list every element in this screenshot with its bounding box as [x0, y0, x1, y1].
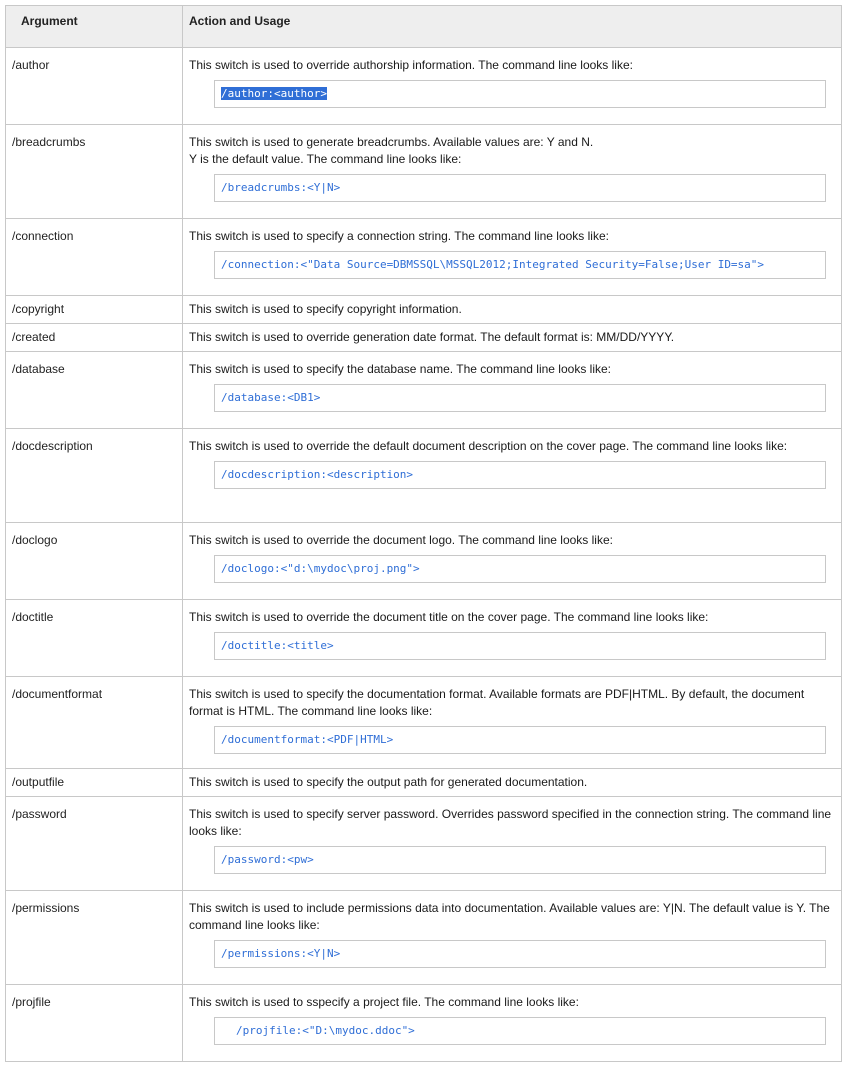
description-text: This switch is used to specify the datab… [189, 362, 611, 376]
argument-cell: /author [5, 47, 183, 125]
action-cell: This switch is used to override the docu… [182, 522, 842, 600]
command-example-box[interactable]: /permissions:<Y|N> [214, 940, 826, 968]
column-header-action: Action and Usage [182, 5, 842, 48]
action-cell: This switch is used to generate breadcru… [182, 124, 842, 219]
column-header-argument: Argument [5, 5, 183, 48]
table-row: /permissions This switch is used to incl… [5, 890, 842, 985]
table-row: /doctitle This switch is used to overrid… [5, 599, 842, 677]
description-text: This switch is used to generate breadcru… [189, 135, 594, 166]
command-example-box[interactable]: /docdescription:<description> [214, 461, 826, 489]
argument-cell: /projfile [5, 984, 183, 1062]
description-text: This switch is used to sspecify a projec… [189, 995, 579, 1009]
arguments-table: Argument Action and Usage /author This s… [5, 5, 842, 1062]
argument-cell: /connection [5, 218, 183, 296]
command-example-box[interactable]: /doclogo:<"d:\mydoc\proj.png"> [214, 555, 826, 583]
action-cell: This switch is used to specify a connect… [182, 218, 842, 296]
command-example-box[interactable]: /doctitle:<title> [214, 632, 826, 660]
command-example-box[interactable]: /projfile:<"D:\mydoc.ddoc"> [214, 1017, 826, 1045]
action-cell: This switch is used to specify the docum… [182, 676, 842, 769]
command-example-box[interactable]: /connection:<"Data Source=DBMSSQL\MSSQL2… [214, 251, 826, 279]
argument-cell: /outputfile [5, 768, 183, 797]
description-text: This switch is used to include permissio… [189, 901, 830, 932]
description-text: This switch is used to override generati… [189, 330, 675, 344]
action-cell: This switch is used to override generati… [182, 323, 842, 352]
action-cell: This switch is used to specify copyright… [182, 295, 842, 324]
argument-cell: /permissions [5, 890, 183, 985]
argument-cell: /created [5, 323, 183, 352]
action-cell: This switch is used to specify the datab… [182, 351, 842, 429]
command-example-box[interactable]: /breadcrumbs:<Y|N> [214, 174, 826, 202]
table-row: /doclogo This switch is used to override… [5, 522, 842, 600]
action-cell: This switch is used to override authorsh… [182, 47, 842, 125]
action-cell: This switch is used to specify server pa… [182, 796, 842, 891]
command-example-box[interactable]: /password:<pw> [214, 846, 826, 874]
table-row: /docdescription This switch is used to o… [5, 428, 842, 523]
description-text: This switch is used to specify the docum… [189, 687, 805, 718]
argument-cell: /doclogo [5, 522, 183, 600]
table-row: /database This switch is used to specify… [5, 351, 842, 429]
table-header-row: Argument Action and Usage [5, 5, 842, 48]
command-example-box[interactable]: /author:<author> [214, 80, 826, 108]
description-text: This switch is used to specify a connect… [189, 229, 609, 243]
table-row: /created This switch is used to override… [5, 323, 842, 352]
table-row: /author This switch is used to override … [5, 47, 842, 125]
table-row: /password This switch is used to specify… [5, 796, 842, 891]
argument-cell: /docdescription [5, 428, 183, 523]
description-text: This switch is used to specify the outpu… [189, 775, 588, 789]
description-text: This switch is used to override authorsh… [189, 58, 633, 72]
action-cell: This switch is used to include permissio… [182, 890, 842, 985]
command-example-box[interactable]: /database:<DB1> [214, 384, 826, 412]
argument-cell: /password [5, 796, 183, 891]
table-row: /copyright This switch is used to specif… [5, 295, 842, 324]
action-cell: This switch is used to specify the outpu… [182, 768, 842, 797]
action-cell: This switch is used to sspecify a projec… [182, 984, 842, 1062]
table-row: /outputfile This switch is used to speci… [5, 768, 842, 797]
command-example-text: /author:<author> [221, 87, 327, 100]
description-text: This switch is used to override the docu… [189, 610, 709, 624]
description-text: This switch is used to override the defa… [189, 439, 788, 453]
action-cell: This switch is used to override the defa… [182, 428, 842, 523]
argument-cell: /doctitle [5, 599, 183, 677]
table-row: /documentformat This switch is used to s… [5, 676, 842, 769]
argument-cell: /database [5, 351, 183, 429]
action-cell: This switch is used to override the docu… [182, 599, 842, 677]
argument-cell: /documentformat [5, 676, 183, 769]
argument-cell: /copyright [5, 295, 183, 324]
table-row: /breadcrumbs This switch is used to gene… [5, 124, 842, 219]
argument-cell: /breadcrumbs [5, 124, 183, 219]
description-text: This switch is used to override the docu… [189, 533, 613, 547]
table-body: /author This switch is used to override … [5, 47, 842, 1062]
description-text: This switch is used to specify server pa… [189, 807, 832, 838]
description-text: This switch is used to specify copyright… [189, 302, 462, 316]
table-row: /connection This switch is used to speci… [5, 218, 842, 296]
table-row: /projfile This switch is used to sspecif… [5, 984, 842, 1062]
command-example-box[interactable]: /documentformat:<PDF|HTML> [214, 726, 826, 754]
